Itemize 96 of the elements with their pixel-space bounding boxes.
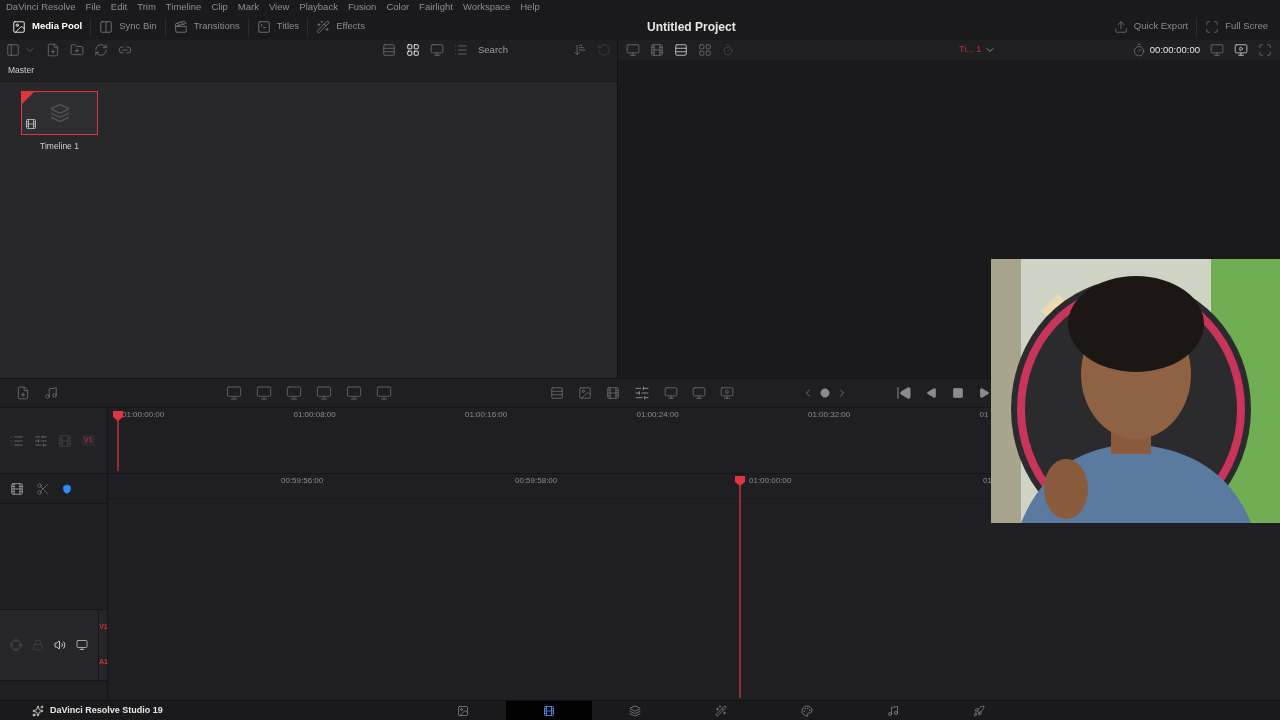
menu-item[interactable]: Mark (237, 1, 259, 12)
maximize-icon (1205, 19, 1220, 34)
timecode-label: 00:59:58:00 (515, 477, 558, 485)
rocket-icon (973, 704, 985, 717)
timecode-label: 01:00:08:00 (293, 411, 336, 419)
toolbar-tab[interactable]: Transitions (173, 19, 240, 34)
image-icon (457, 704, 469, 717)
menu-item[interactable]: Timeline (165, 1, 202, 12)
timer-icon[interactable] (722, 44, 734, 56)
bin-title: Master (8, 64, 34, 77)
sliders-icon[interactable] (634, 385, 650, 401)
audio-icon[interactable] (44, 386, 58, 400)
reverse-play-icon[interactable] (926, 387, 938, 399)
grid-icon[interactable] (698, 43, 712, 57)
music-icon (887, 704, 899, 717)
reset-icon[interactable] (597, 43, 611, 57)
rows-view-icon[interactable] (382, 43, 396, 57)
image-icon (12, 19, 26, 34)
toolbar-tab[interactable]: Media Pool (12, 19, 83, 34)
refresh-icon[interactable] (94, 43, 108, 57)
timecode-label: 01 (979, 411, 989, 419)
crosshair-icon[interactable] (10, 639, 22, 651)
wand-icon (715, 704, 727, 717)
timeline-selector[interactable]: Ti... 1 (959, 43, 997, 57)
columns-icon (99, 19, 114, 34)
menu-item[interactable]: DaVinci Resolve (6, 1, 76, 12)
app-name: DaVinci Resolve Studio 19 (50, 703, 163, 717)
film-icon[interactable] (650, 43, 664, 57)
timecode-label: 01:00:16:00 (465, 411, 508, 419)
wand-icon (316, 19, 331, 34)
layers-icon (629, 704, 641, 717)
timecode-label: 01:00:24:00 (636, 411, 679, 419)
timecode-label: 01 (983, 477, 992, 485)
clapperboard-icon (173, 19, 188, 34)
sliders-icon[interactable] (34, 433, 48, 448)
toolbar-tab[interactable]: Titles (256, 19, 300, 34)
new-file-icon[interactable] (46, 43, 60, 57)
skip-back-icon[interactable] (896, 385, 912, 401)
menu-item[interactable]: File (85, 1, 101, 12)
sort-icon[interactable] (573, 43, 587, 57)
image-icon[interactable] (578, 386, 592, 400)
monitor-view-icon[interactable] (430, 43, 444, 57)
upload-icon (1113, 19, 1128, 34)
rows-icon[interactable] (674, 43, 688, 57)
film-icon[interactable] (10, 481, 24, 496)
toolbar-tab[interactable]: Sync Bin (99, 19, 157, 34)
film-icon (25, 118, 37, 130)
timecode-label: 01:00:00:00 (749, 477, 792, 485)
menu-item[interactable]: Fairlight (419, 1, 453, 12)
menu-item[interactable]: Workspace (462, 1, 511, 12)
speaker-icon[interactable] (54, 639, 66, 651)
menu-item[interactable]: Playback (299, 1, 338, 12)
new-folder-icon[interactable] (70, 43, 84, 57)
monitor-icon[interactable] (76, 639, 88, 651)
marker-icon[interactable] (820, 388, 830, 398)
sidebar-toggle-icon[interactable] (6, 43, 20, 57)
logo-icon (32, 704, 44, 717)
film-icon[interactable] (606, 386, 620, 400)
toolbar-action[interactable]: Full Scree (1205, 19, 1268, 34)
append-icon[interactable] (16, 386, 30, 400)
clock-icon[interactable] (1131, 43, 1146, 57)
menu-item[interactable]: Edit (110, 1, 128, 12)
page-tab[interactable] (506, 701, 592, 720)
clip-name: Timeline 1 (40, 140, 79, 153)
timecode-label: 01:00:32:00 (808, 411, 851, 419)
monitor-play-icon[interactable] (1234, 43, 1248, 57)
project-title: Untitled Project (647, 18, 736, 36)
menu-item[interactable]: Fusion (347, 1, 377, 12)
menu-item[interactable]: Clip (211, 1, 228, 12)
text-box-icon (256, 19, 271, 34)
list-view-icon[interactable] (454, 43, 468, 57)
play-icon[interactable] (978, 387, 990, 399)
list-icon[interactable] (10, 433, 24, 448)
shield-icon[interactable] (62, 483, 72, 494)
toolbar-tab[interactable]: Effects (316, 19, 365, 34)
tracks-icon[interactable] (550, 386, 564, 400)
lock-icon[interactable] (32, 639, 44, 651)
timecode-label: 00:59:56:00 (281, 477, 324, 485)
stop-icon[interactable] (952, 387, 964, 399)
timecode-label: 01:00:00:00 (122, 411, 165, 419)
playhead[interactable] (735, 476, 745, 698)
film-icon (543, 704, 555, 717)
selection-corner-icon (22, 92, 34, 104)
menu-item[interactable]: View (268, 1, 290, 12)
scissors-icon[interactable] (36, 481, 50, 496)
maximize-icon[interactable] (1258, 43, 1272, 57)
toolbar-action[interactable]: Quick Export (1113, 19, 1189, 34)
timecode: 00:00:00:00 (1149, 42, 1200, 57)
link-icon[interactable] (118, 43, 132, 57)
menu-item[interactable]: Color (386, 1, 410, 12)
clip-thumbnail[interactable] (21, 91, 98, 135)
grid-view-icon[interactable] (406, 43, 420, 57)
menu-item[interactable]: Trim (137, 1, 156, 12)
palette-icon (801, 704, 813, 717)
menu-item[interactable]: Help (520, 1, 540, 12)
playhead[interactable] (113, 411, 123, 471)
